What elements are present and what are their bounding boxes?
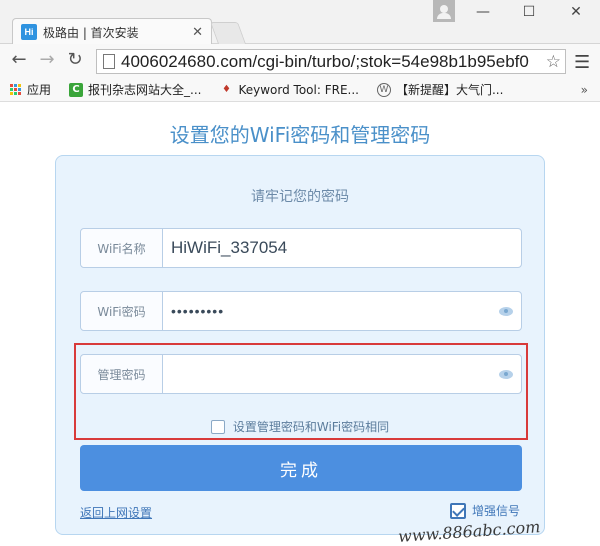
browser-toolbar: ← → ↻ 4006024680.com/cgi-bin/turbo/;stok… [0,44,600,78]
address-bar[interactable]: 4006024680.com/cgi-bin/turbo/;stok=54e98… [96,49,566,74]
boost-signal-label: 增强信号 [471,504,520,518]
bookmarks-more-icon[interactable]: » [581,83,588,97]
new-tab-button[interactable] [209,22,247,44]
bookmark-apps[interactable]: 应用 [8,81,51,98]
wifi-password-label: WiFi密码 [81,292,163,330]
bookmark-keyword-tool[interactable]: ♦ Keyword Tool: FRE... [219,83,359,97]
user-profile-icon[interactable] [433,0,455,22]
wifi-password-field[interactable]: WiFi密码 ••••••••• [80,291,522,331]
browser-tab[interactable]: Hi 极路由 | 首次安装 ✕ [12,18,212,45]
show-password-eye-icon[interactable] [491,306,521,316]
admin-password-label: 管理密码 [81,355,163,393]
flame-icon: ♦ [221,84,231,95]
forward-arrow-icon[interactable]: → [32,49,62,70]
bookmark-label: 报刊杂志网站大全_... [88,83,202,97]
apps-grid-icon [8,83,22,97]
wifi-name-label: WiFi名称 [81,229,163,267]
back-arrow-icon[interactable]: ← [4,49,34,70]
wifi-name-input[interactable]: HiWiFi_337054 [163,238,521,258]
boost-signal-checkbox-icon[interactable] [449,502,466,519]
minimize-icon[interactable]: — [472,4,494,20]
same-password-checkbox[interactable] [210,419,225,434]
bookmark-magazines[interactable]: C 报刊杂志网站大全_... [69,81,201,98]
green-c-icon: C [69,82,84,97]
show-admin-password-eye-icon[interactable] [491,369,521,379]
same-password-option[interactable]: 设置管理密码和WiFi密码相同 [56,418,544,435]
setup-card: 请牢记您的密码 WiFi名称 HiWiFi_337054 WiFi密码 ••••… [55,155,545,535]
card-subtitle: 请牢记您的密码 [251,189,349,205]
wifi-name-field[interactable]: WiFi名称 HiWiFi_337054 [80,228,522,268]
page-title: 设置您的WiFi密码和管理密码 [169,123,431,147]
back-to-network-settings-link[interactable]: 返回上网设置 [80,504,152,521]
tab-strip: Hi 极路由 | 首次安装 ✕ — ☐ ✕ [0,0,600,45]
page-content: 设置您的WiFi密码和管理密码 请牢记您的密码 WiFi名称 HiWiFi_33… [0,103,600,546]
wordpress-icon: W [376,82,391,97]
hiwifi-favicon-icon: Hi [21,24,37,40]
tab-close-icon[interactable]: ✕ [192,25,203,40]
maximize-icon[interactable]: ☐ [518,4,540,20]
boost-signal-option[interactable]: 增强信号 [449,502,520,519]
window-close-icon[interactable]: ✕ [565,4,587,20]
browser-window: Hi 极路由 | 首次安装 ✕ — ☐ ✕ ← → ↻ 4006024680.c… [0,0,600,546]
tab-title: 极路由 | 首次安装 [43,25,139,40]
bookmark-label: Keyword Tool: FRE... [238,82,359,97]
bookmark-label: 应用 [27,83,52,97]
page-icon [103,54,115,69]
admin-password-field[interactable]: 管理密码 [80,354,522,394]
same-password-label: 设置管理密码和WiFi密码相同 [232,420,390,434]
bookmark-label: 【新提醒】大气门... [395,83,504,97]
bookmarks-bar: 应用 C 报刊杂志网站大全_... ♦ Keyword Tool: FRE...… [0,78,600,102]
wifi-password-input[interactable]: ••••••••• [163,303,491,319]
bookmark-reminder[interactable]: W 【新提醒】大气门... [376,81,504,98]
url-text[interactable]: 4006024680.com/cgi-bin/turbo/;stok=54e98… [121,52,546,72]
finish-button[interactable]: 完成 [80,445,522,491]
reload-icon[interactable]: ↻ [60,49,90,70]
bookmark-star-icon[interactable]: ☆ [546,52,565,72]
browser-menu-icon[interactable]: ☰ [574,52,590,73]
